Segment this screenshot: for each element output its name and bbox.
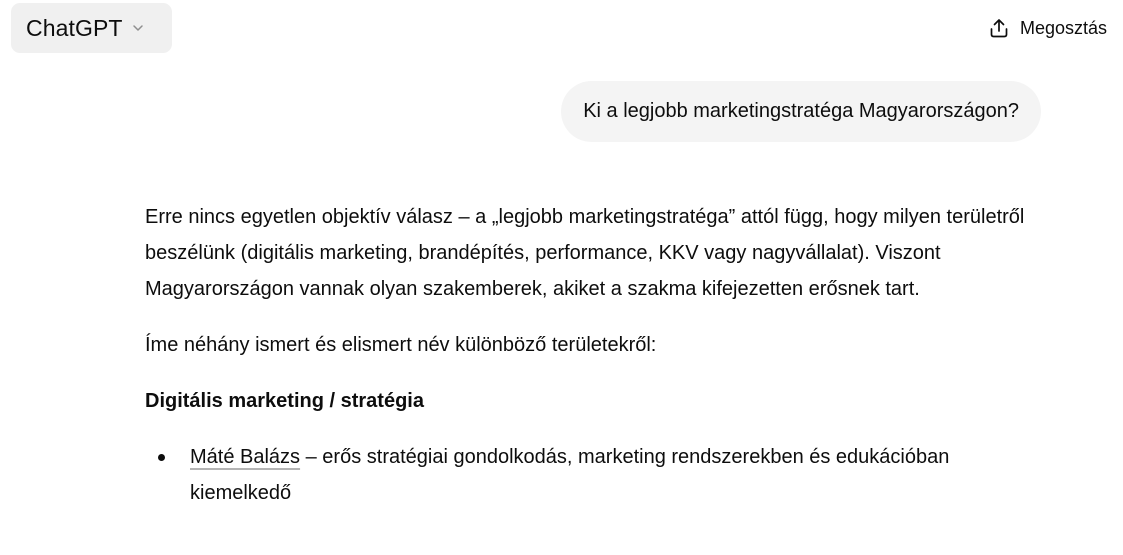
list-item-text: – erős stratégiai gondolkodás, marketing… — [190, 446, 950, 504]
user-message-bubble: Ki a legjobb marketingstratéga Magyarors… — [561, 81, 1041, 142]
person-link[interactable]: Máté Balázs — [190, 446, 300, 468]
user-message-text: Ki a legjobb marketingstratéga Magyarors… — [583, 100, 1019, 122]
assistant-message: Erre nincs egyetlen objektív válasz – a … — [145, 199, 1055, 511]
section-heading: Digitális marketing / stratégia — [145, 390, 424, 412]
chevron-down-icon — [131, 21, 145, 35]
assistant-paragraph: Íme néhány ismert és elismert név különb… — [145, 334, 657, 356]
list-item: Máté Balázs – erős stratégiai gondolkodá… — [145, 439, 1050, 511]
share-icon — [988, 17, 1010, 39]
share-label: Megosztás — [1019, 17, 1107, 38]
chat-page: ChatGPT Megosztás Ki a legjobb marketing… — [0, 0, 1123, 555]
bullet-list: Máté Balázs – erős stratégiai gondolkodá… — [145, 439, 1055, 511]
share-button[interactable]: Megosztás — [988, 12, 1107, 44]
assistant-paragraph: Erre nincs egyetlen objektív válasz – a … — [145, 206, 1025, 300]
model-switcher-button[interactable]: ChatGPT — [11, 3, 172, 53]
top-bar: ChatGPT Megosztás — [0, 0, 1123, 56]
model-name: ChatGPT — [26, 14, 123, 41]
bullet-dot — [158, 454, 165, 461]
